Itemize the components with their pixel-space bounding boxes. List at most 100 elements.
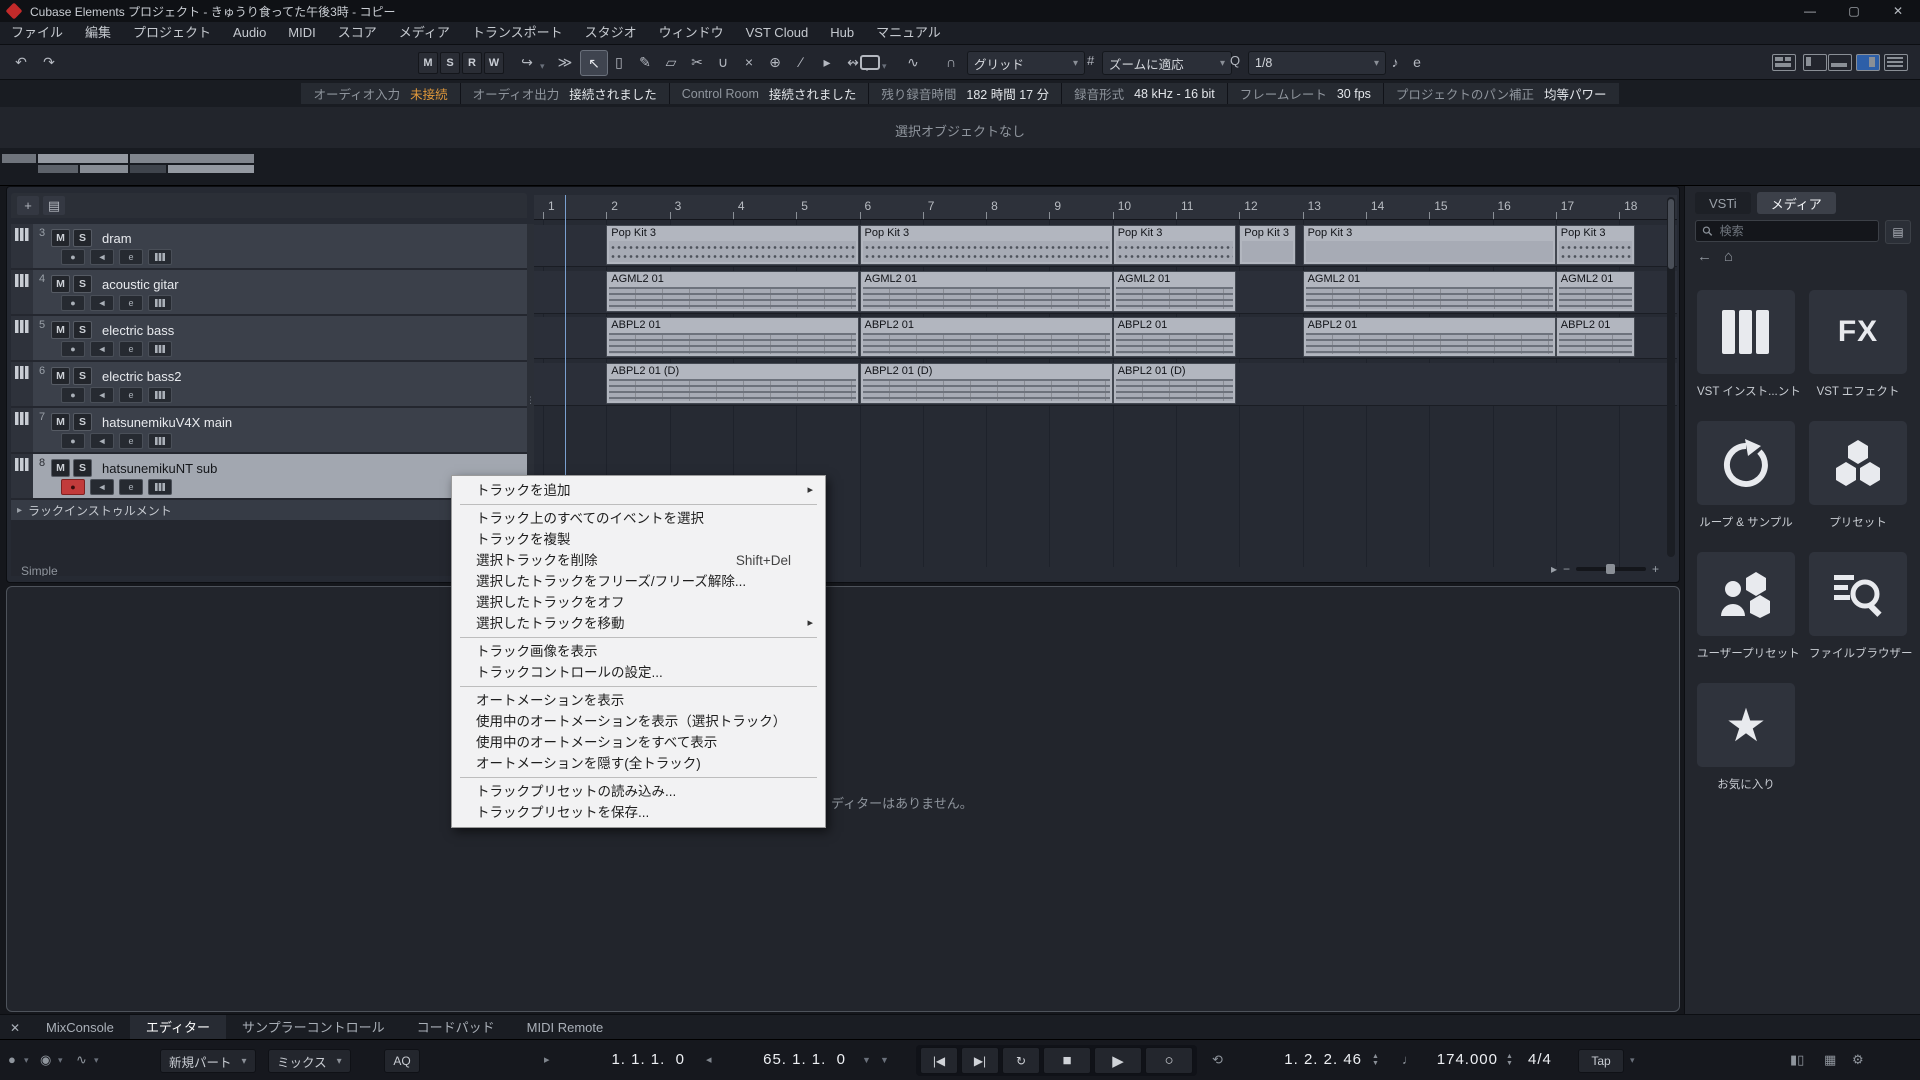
tap-caret-icon[interactable]: ▾ xyxy=(1630,1055,1635,1066)
go-to-end-button[interactable]: ▶| xyxy=(961,1047,999,1074)
monitor-button[interactable]: ◄ xyxy=(90,249,114,265)
auto-quantize-button[interactable]: AQ xyxy=(384,1049,420,1073)
monitor-button[interactable]: ◄ xyxy=(90,433,114,449)
midi-event-clip[interactable]: Pop Kit 3 xyxy=(860,225,1113,265)
auto-scroll-icon[interactable]: ≫ xyxy=(552,50,578,74)
edit-channel-button[interactable]: e xyxy=(119,479,143,495)
instrument-edit-button[interactable] xyxy=(148,249,172,265)
edit-channel-button[interactable]: e xyxy=(119,295,143,311)
punch-out-icon[interactable]: ▼ xyxy=(880,1055,889,1065)
draw-tool-icon[interactable]: ✎ xyxy=(632,50,658,74)
midi-event-clip[interactable]: ABPL2 01 (D) xyxy=(1113,363,1236,404)
media-tile[interactable]: プリセット xyxy=(1809,421,1907,530)
mute-button[interactable]: M xyxy=(51,367,70,385)
menubar-item[interactable]: ウィンドウ xyxy=(648,22,735,44)
midi-event-clip[interactable]: ABPL2 01 xyxy=(1556,317,1635,357)
status-segment[interactable]: 録音形式48 kHz - 16 bit xyxy=(1062,83,1227,104)
stop-button[interactable]: ■ xyxy=(1043,1047,1091,1074)
audio-activity-icon[interactable]: ∿ xyxy=(76,1052,87,1068)
midi-event-clip[interactable]: AGML2 01 xyxy=(860,271,1113,312)
quantize-edit-icon[interactable]: e xyxy=(1404,50,1430,74)
edit-channel-button[interactable]: e xyxy=(119,249,143,265)
solo-button[interactable]: S xyxy=(73,229,92,247)
back-icon[interactable]: ← xyxy=(1697,248,1712,265)
solo-button[interactable]: S xyxy=(73,321,92,339)
context-menu-item[interactable]: オートメーションを隠す(全トラック) xyxy=(452,753,825,774)
menubar-item[interactable]: VST Cloud xyxy=(735,22,820,44)
instrument-edit-button[interactable] xyxy=(148,479,172,495)
zoom-out-icon[interactable]: − xyxy=(1563,562,1570,576)
search-input[interactable] xyxy=(1718,223,1872,239)
context-menu-item[interactable]: トラックを複製 xyxy=(452,529,825,550)
range-select-tool-icon[interactable]: ▯ xyxy=(606,50,632,74)
media-tile[interactable]: ★お気に入り xyxy=(1697,683,1795,792)
midi-event-clip[interactable]: ABPL2 01 xyxy=(860,317,1113,357)
automation-w-button[interactable]: W xyxy=(484,52,504,74)
mute-button[interactable]: M xyxy=(51,229,70,247)
record-button[interactable]: ○ xyxy=(1145,1047,1193,1074)
menubar-item[interactable]: スコア xyxy=(327,22,388,44)
edit-channel-button[interactable]: e xyxy=(119,433,143,449)
snap-icon[interactable]: ∩ xyxy=(938,50,964,74)
cycle-mode-caret-icon[interactable]: ▾ xyxy=(58,1055,63,1066)
track-row[interactable]: 3MSdram●◄e xyxy=(11,224,527,268)
solo-button[interactable]: S xyxy=(73,367,92,385)
tempo-display[interactable]: 174.000 xyxy=(1424,1051,1498,1068)
midi-event-clip[interactable]: ABPL2 01 xyxy=(1113,317,1236,357)
instrument-edit-button[interactable] xyxy=(148,295,172,311)
track-row[interactable]: 7MShatsunemikuV4X main●◄e xyxy=(11,408,527,452)
right-zone-toggle-icon[interactable] xyxy=(1856,54,1880,71)
zoom-slider[interactable] xyxy=(1576,567,1646,571)
midi-event-clip[interactable]: Pop Kit 3 xyxy=(1556,225,1635,265)
lower-zone-tab[interactable]: エディター xyxy=(130,1015,226,1040)
monitor-button[interactable]: ◄ xyxy=(90,479,114,495)
timeline-ruler[interactable]: 123456789101112131415161718 xyxy=(534,195,1677,220)
right-locator-display[interactable]: 65. 1. 1. 0 xyxy=(722,1051,846,1068)
cycle-button[interactable]: ↻ xyxy=(1002,1047,1040,1074)
media-tile[interactable]: VST インスト...ント xyxy=(1697,290,1795,399)
minimize-button[interactable]: — xyxy=(1788,0,1832,22)
menubar-item[interactable]: ファイル xyxy=(0,22,74,44)
midi-event-clip[interactable]: AGML2 01 xyxy=(606,271,859,312)
midi-event-clip[interactable]: ABPL2 01 (D) xyxy=(606,363,859,404)
rack-tab-メディア[interactable]: メディア xyxy=(1757,192,1836,214)
media-tile[interactable]: ファイルブラウザー xyxy=(1809,552,1907,661)
glue-tool-icon[interactable]: ∪ xyxy=(710,50,736,74)
context-menu-item[interactable]: トラックプリセットを保存... xyxy=(452,802,825,823)
track-row[interactable]: 4MSacoustic gitar●◄e xyxy=(11,270,527,314)
play-button[interactable]: ▶ xyxy=(1094,1047,1142,1074)
close-button[interactable]: ✕ xyxy=(1876,0,1920,22)
transport-settings-gear-icon[interactable]: ⚙ xyxy=(1852,1052,1864,1068)
mute-button[interactable]: M xyxy=(51,459,70,477)
virtual-keyboard-icon[interactable]: ▦ xyxy=(1824,1052,1836,1068)
solo-button[interactable]: S xyxy=(73,459,92,477)
left-zone-toggle-icon[interactable] xyxy=(1803,54,1827,71)
status-segment[interactable]: 残り録音時間182 時間 17 分 xyxy=(869,83,1061,104)
media-tile[interactable]: ユーザープリセット xyxy=(1697,552,1795,661)
setup-toolbar-icon[interactable] xyxy=(1884,54,1908,71)
midi-event-clip[interactable]: ABPL2 01 xyxy=(606,317,859,357)
record-enable-button[interactable]: ● xyxy=(61,433,85,449)
status-segment[interactable]: Control Room接続されました xyxy=(670,83,869,104)
media-search-box[interactable] xyxy=(1695,220,1879,242)
menubar-item[interactable]: プロジェクト xyxy=(122,22,222,44)
lower-zone-tab[interactable]: MixConsole xyxy=(30,1015,130,1040)
horizontal-zoom-control[interactable]: ▸ − + xyxy=(1551,562,1659,576)
track-row[interactable]: 6MSelectric bass2●◄e xyxy=(11,362,527,406)
automation-s-button[interactable]: S xyxy=(440,52,460,74)
context-menu-item[interactable]: オートメーションを表示 xyxy=(452,690,825,711)
status-segment[interactable]: オーディオ出力接続されました xyxy=(461,83,669,104)
folder-track-row[interactable]: ▸ ラックインストゥルメント xyxy=(11,500,527,520)
zoom-in-icon[interactable]: + xyxy=(1652,562,1659,576)
line-curve-icon[interactable]: ∿ xyxy=(900,50,926,74)
monitor-button[interactable]: ◄ xyxy=(90,341,114,357)
menubar-item[interactable]: スタジオ xyxy=(574,22,648,44)
close-lower-zone-icon[interactable]: ✕ xyxy=(0,1021,30,1035)
edit-channel-button[interactable]: e xyxy=(119,387,143,403)
midi-event-clip[interactable]: AGML2 01 xyxy=(1113,271,1236,312)
midi-event-clip[interactable]: Pop Kit 3 xyxy=(1303,225,1556,265)
monitor-button[interactable]: ◄ xyxy=(90,295,114,311)
mute-button[interactable]: M xyxy=(51,413,70,431)
bubble-caret-icon[interactable]: ▾ xyxy=(882,61,887,72)
scrub-tool-icon[interactable]: ↭ xyxy=(840,50,866,74)
